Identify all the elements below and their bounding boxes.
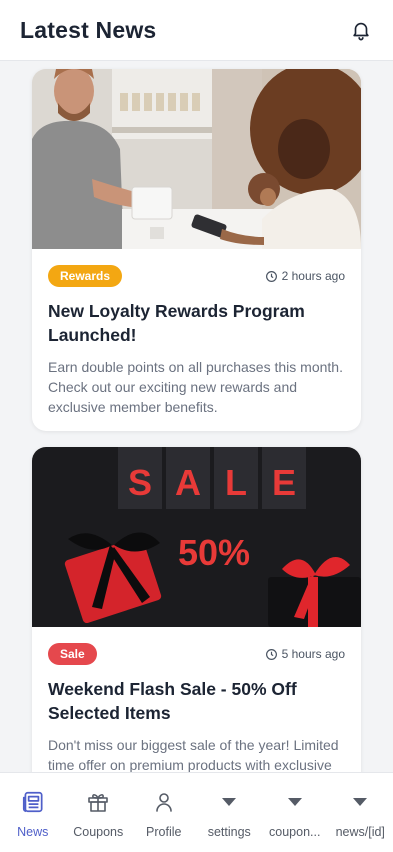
tab-label: Coupons [73, 825, 124, 839]
tab-label: coupon... [269, 825, 321, 839]
sale-percent-text: 50% [178, 532, 250, 573]
article-title[interactable]: New Loyalty Rewards Program Launched! [48, 299, 345, 347]
sale-letter-a: A [175, 462, 201, 503]
timestamp-text: 2 hours ago [281, 269, 345, 283]
person-icon [152, 789, 176, 815]
article-title[interactable]: Weekend Flash Sale - 50% Off Selected It… [48, 677, 345, 725]
newspaper-icon [20, 789, 46, 815]
category-badge: Sale [48, 643, 97, 665]
clock-icon [265, 648, 277, 660]
sale-letter-e: E [272, 462, 296, 503]
tab-coupon-detail[interactable]: coupon... [262, 773, 328, 852]
news-card[interactable]: Rewards 2 hours ago New Loyalty Rewards … [32, 69, 361, 431]
tab-coupons[interactable]: Coupons [66, 773, 132, 852]
news-image-sale: S A L E 50% [32, 447, 361, 627]
notifications-bell-icon[interactable] [349, 18, 373, 42]
news-image-cashier [32, 69, 361, 249]
clock-icon [265, 270, 277, 282]
tab-label: news/[id] [335, 825, 385, 839]
page-title: Latest News [20, 16, 157, 43]
tab-news[interactable]: News [0, 773, 66, 852]
bottom-tab-bar: News Coupons Profile settings coupon... … [0, 772, 393, 852]
gift-icon [86, 789, 110, 815]
news-card[interactable]: S A L E 50% Sale 5 hours ago Weekend Fla… [32, 447, 361, 772]
timestamp: 5 hours ago [265, 647, 345, 661]
timestamp-text: 5 hours ago [281, 647, 345, 661]
caret-down-icon [287, 789, 303, 815]
sale-letter-s: S [128, 462, 152, 503]
tab-news-detail[interactable]: news/[id] [328, 773, 393, 852]
sale-letter-l: L [225, 462, 247, 503]
category-badge: Rewards [48, 265, 123, 287]
timestamp: 2 hours ago [265, 269, 345, 283]
tab-profile[interactable]: Profile [131, 773, 197, 852]
news-feed[interactable]: Rewards 2 hours ago New Loyalty Rewards … [0, 61, 393, 772]
tab-label: settings [207, 825, 251, 839]
tab-label: Profile [146, 825, 182, 839]
article-summary: Earn double points on all purchases this… [48, 359, 343, 415]
tab-label: News [17, 825, 49, 839]
caret-down-icon [352, 789, 368, 815]
app-header: Latest News [0, 0, 393, 61]
article-summary: Don't miss our biggest sale of the year!… [48, 737, 339, 772]
caret-down-icon [221, 789, 237, 815]
tab-settings[interactable]: settings [197, 773, 263, 852]
